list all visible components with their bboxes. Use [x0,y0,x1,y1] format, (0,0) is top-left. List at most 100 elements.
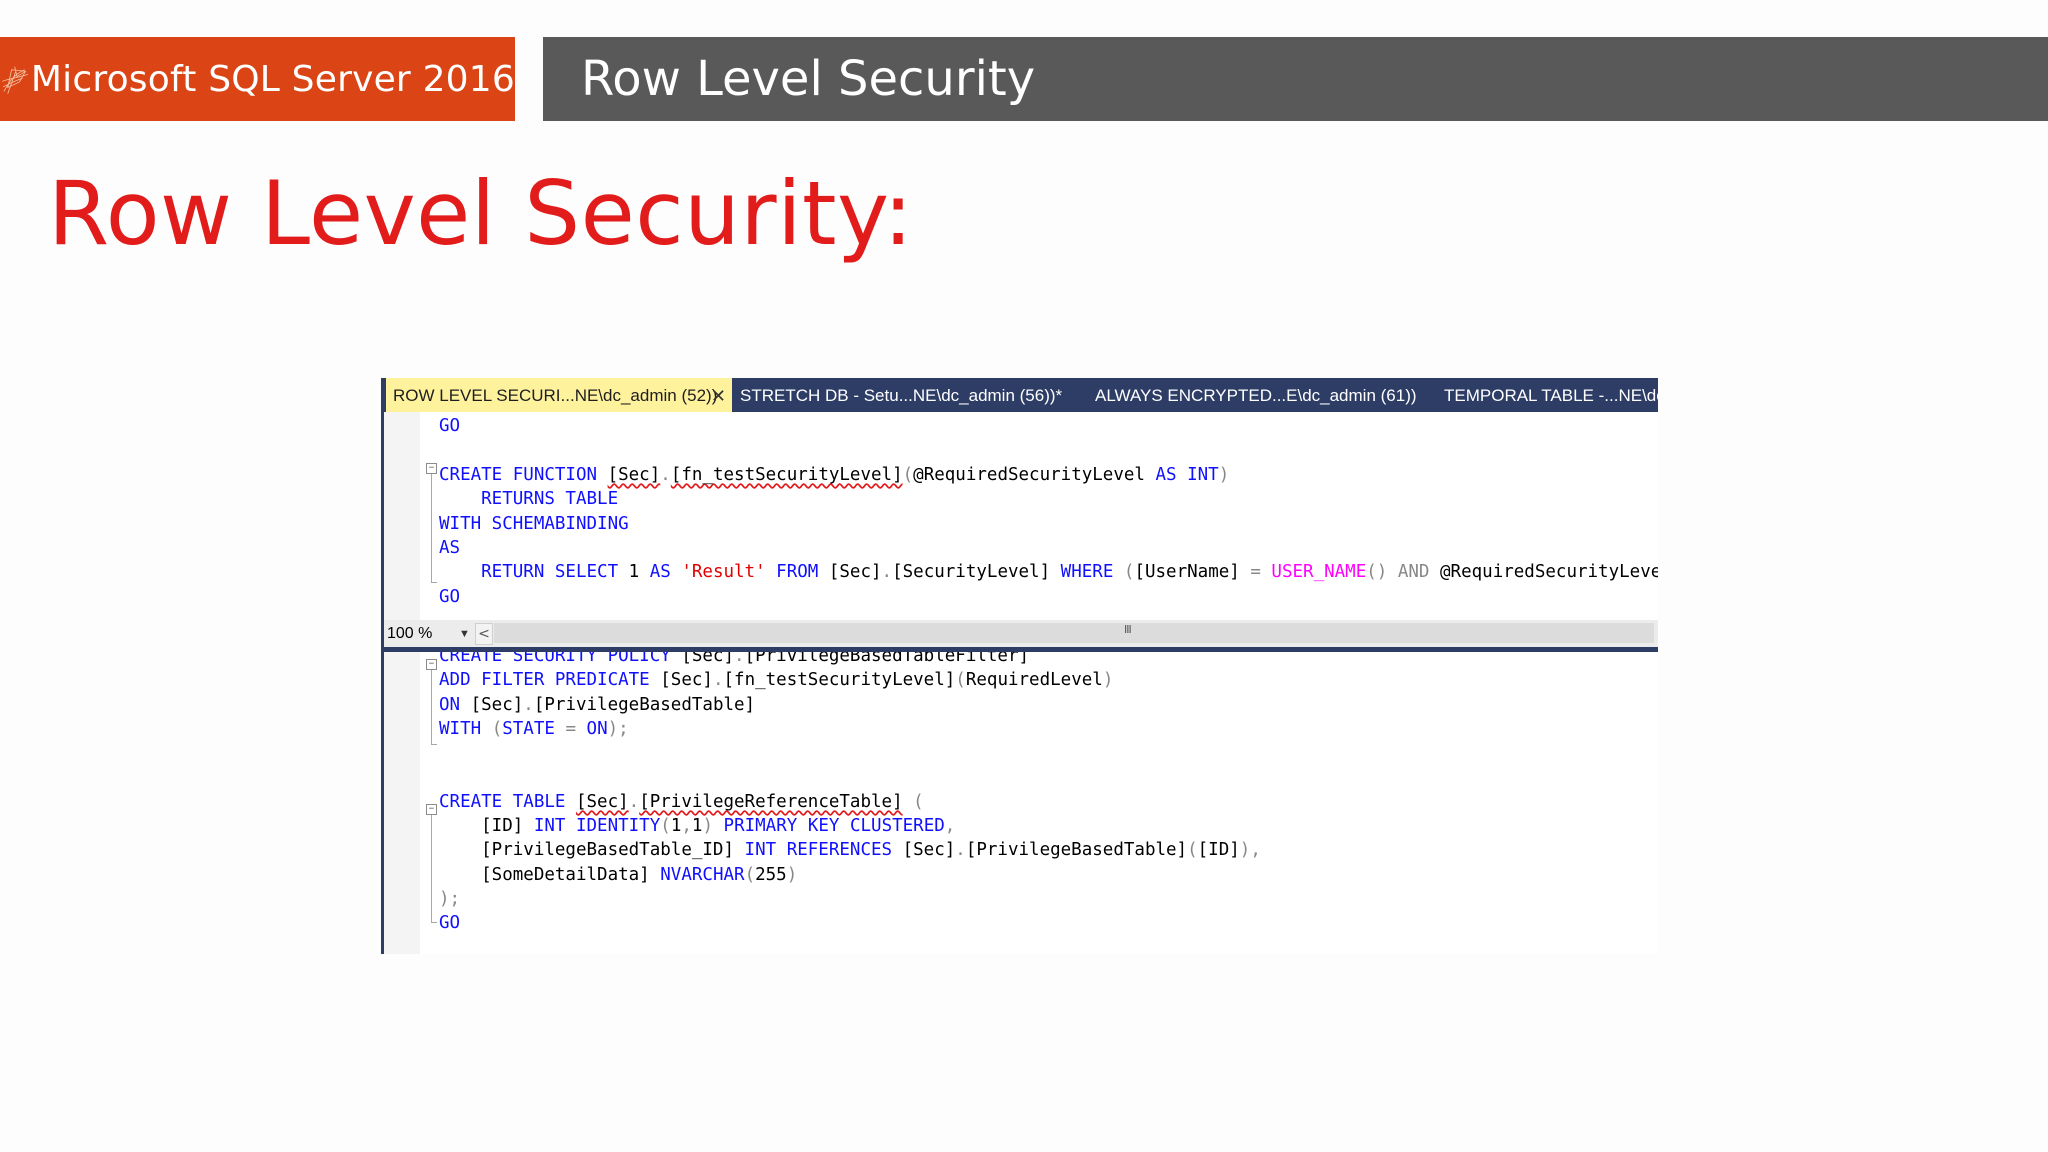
code-token: [Sec] [681,652,735,666]
code-token: [fn_testSecurityLevel] [723,670,956,691]
code-token: [Sec] [607,464,661,485]
code-token: [Sec] [660,670,713,691]
code-token: [Sec] [902,840,956,861]
code-token: RETURN SELECT [439,562,629,583]
code-token: , [944,816,956,837]
code-token: () [1366,562,1398,583]
code-token: [Sec] [828,562,882,583]
code-token: AS INT [1155,464,1219,485]
tab-stretch-db[interactable]: STRETCH DB - Setu...NE\dc_admin (56))* [740,378,1062,412]
code-token: . [523,694,534,715]
code-token: . [881,562,893,583]
code-token: CREATE FUNCTION [439,464,608,485]
code-line: CREATE FUNCTION [Sec].[fn_testSecurityLe… [439,463,1229,487]
code-token: PRIMARY KEY CLUSTERED [723,816,945,837]
code-token: RETURNS TABLE [439,489,619,510]
query-editor-bottom-pane[interactable]: − − CREATE SECURITY POLICY [Sec].[Privil… [384,652,1658,954]
code-line: GO [439,414,460,438]
code-line: CREATE SECURITY POLICY [Sec].[PrivilegeB… [439,652,1029,668]
code-token: [PrivilegeBasedTable] [965,840,1188,861]
code-token: INT IDENTITY [533,816,661,837]
code-line: RETURN SELECT 1 AS 'Result' FROM [Sec].[… [439,560,1658,584]
collapse-icon[interactable]: − [426,804,437,815]
code-token: = [1250,562,1272,583]
code-token: @RequiredSecurityLevel [1440,562,1658,583]
code-token: CREATE TABLE [439,791,576,812]
code-token: ( [955,670,966,691]
ssms-query-editor: ROW LEVEL SECURI...NE\dc_admin (52)) ✕ S… [381,378,1658,954]
pane-splitter[interactable]: 100 % ▼ < III [384,620,1658,652]
code-line: ON [Sec].[PrivilegeBasedTable] [439,693,755,717]
code-token: RequiredLevel [965,670,1103,691]
tab-label: ALWAYS ENCRYPTED...E\dc_admin (61)) [1095,386,1417,405]
code-token: [Sec] [575,791,629,812]
code-token: USER_NAME [1271,562,1367,583]
code-token: AND [1397,562,1441,583]
code-line: WITH SCHEMABINDING [439,512,629,536]
code-token: ( [1187,840,1198,861]
brand-label: Microsoft SQL Server 2016 [30,58,515,100]
code-token: [PrivilegeReferenceTable] [639,791,903,812]
title-bar-text: Row Level Security [581,51,1036,107]
code-token: 'Result' [681,562,766,583]
code-token: NVARCHAR [660,864,745,885]
code-token: 1 [691,816,703,837]
title-bar: Row Level Security [543,37,2048,121]
code-token: ); [439,889,461,909]
code-line: AS [439,536,460,560]
scroll-left-button[interactable]: < [475,623,493,645]
code-line: [SomeDetailData] NVARCHAR(255) [439,863,797,887]
code-line: [ID] INT IDENTITY(1,1) PRIMARY KEY CLUST… [439,814,955,838]
code-token: ( [491,718,503,739]
tab-temporal-table[interactable]: TEMPORAL TABLE -...NE\dc_ [1444,378,1658,412]
editor-margin [384,652,420,954]
tab-row-level-security[interactable]: ROW LEVEL SECURI...NE\dc_admin (52)) ✕ [386,378,732,412]
code-token: ( [1123,562,1135,583]
code-token: [PrivilegeBasedTable] [533,694,756,715]
code-token: ON [586,718,608,739]
code-token: ( [902,464,914,485]
code-token: INT REFERENCES [744,840,903,861]
code-token: . [660,464,671,485]
code-line: WITH (STATE = ON); [439,717,629,741]
close-icon[interactable]: ✕ [711,378,726,412]
code-token: GO [439,913,461,934]
brand-banner: Microsoft SQL Server 2016 [0,37,515,121]
sql-server-logo-icon [2,66,28,94]
fold-guide [431,670,432,744]
code-token: FROM [765,562,829,583]
scrollbar-grip[interactable]: III [1124,623,1132,637]
code-token: [fn_testSecurityLevel] [670,464,903,485]
code-token: [ID] [1197,840,1240,861]
tab-label: TEMPORAL TABLE -...NE\dc_ [1444,386,1658,405]
collapse-icon[interactable]: − [426,659,437,670]
code-token: . [628,791,640,812]
code-token: STATE [502,718,566,739]
code-line: GO [439,911,460,935]
code-token: GO [439,416,461,436]
code-line: ); [439,887,460,911]
code-token: WITH [439,718,492,739]
code-token: 1 [670,816,682,837]
fold-guide-end [431,922,437,923]
code-token: [PrivilegeBasedTableFilter] [744,652,1030,666]
code-token: ( [744,864,756,885]
document-tabstrip: ROW LEVEL SECURI...NE\dc_admin (52)) ✕ S… [384,378,1658,412]
tab-label: STRETCH DB - Setu...NE\dc_admin (56))* [740,386,1063,405]
code-token: ON [439,694,471,715]
zoom-select[interactable]: 100 % ▼ [387,624,471,644]
tab-label: ROW LEVEL SECURI...NE\dc_admin (52)) [393,386,718,405]
code-token: . [712,670,724,691]
code-token: [Sec] [470,694,524,715]
code-token: ) [702,816,724,837]
tab-always-encrypted[interactable]: ALWAYS ENCRYPTED...E\dc_admin (61)) [1095,378,1417,412]
code-token: CREATE SECURITY POLICY [439,652,682,666]
code-token: ) [786,864,798,885]
code-token: ( [660,816,671,837]
code-token: [SecurityLevel] [892,562,1061,583]
collapse-icon[interactable]: − [426,463,437,474]
code-token: [UserName] [1134,562,1251,583]
code-line: ADD FILTER PREDICATE [Sec].[fn_testSecur… [439,668,1113,692]
code-token: 255 [755,864,787,885]
horizontal-scrollbar[interactable] [494,623,1654,643]
